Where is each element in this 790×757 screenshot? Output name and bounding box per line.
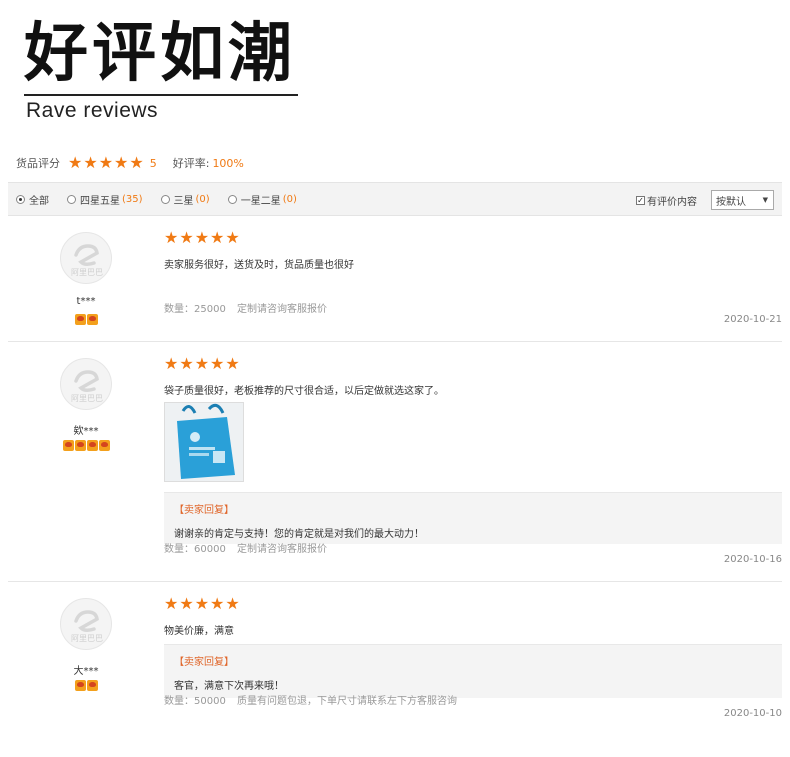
chevron-down-icon: ▼ <box>762 196 768 204</box>
page-title: 好评如潮 <box>24 17 296 91</box>
star-icon: ★ <box>179 228 194 247</box>
order-quantity: 数量：50000 <box>164 696 226 707</box>
star-icon: ★ <box>210 354 225 373</box>
review-text: 卖家服务很好，送货及时，货品质量也很好 <box>164 260 354 271</box>
review-item: 阿里巴巴 欸*** ★ ★ ★ ★ ★ 袋子质量很好，老板推荐的尺寸很合适，以后… <box>8 342 782 582</box>
star-icon: ★ <box>164 228 179 247</box>
review-filter-bar: 全部 四星五星 (35) 三星 (0) 一星二星 (0) ✓ 有评价内容 按默认… <box>8 182 782 216</box>
seller-reply-title: 【卖家回复】 <box>174 657 234 668</box>
review-photo-thumbnail[interactable] <box>164 402 244 482</box>
star-icon: ★ <box>114 153 129 172</box>
goods-rating-label: 货品评分 <box>16 157 60 170</box>
review-stars: ★ ★ ★ ★ ★ <box>164 596 240 612</box>
rating-summary: 货品评分 ★ ★ ★ ★ ★ 5 好评率: 100% <box>16 154 244 172</box>
seller-reply-text: 客官，满意下次再来哦！ <box>174 681 284 692</box>
meta-note: 定制请咨询客服报价 <box>237 304 327 315</box>
seller-reply: 【卖家回复】 谢谢亲的肯定与支持！您的肯定就是对我们的最大动力！ <box>164 492 782 544</box>
medal-icon <box>98 440 110 451</box>
radio-icon[interactable] <box>67 194 76 204</box>
username: 大*** <box>73 666 99 677</box>
filter-count: (0) <box>195 193 210 205</box>
medal-icon <box>74 680 86 691</box>
medal-icon <box>86 314 98 325</box>
buyer-medals <box>48 680 124 691</box>
star-icon: ★ <box>164 594 179 613</box>
meta-note: 质量有问题包退，下单尺寸请联系左下方客服咨询 <box>237 696 457 707</box>
review-text: 物美价廉，满意 <box>164 626 234 637</box>
filter-all[interactable]: 全部 <box>16 192 49 207</box>
review-stars: ★ ★ ★ ★ ★ <box>164 230 240 246</box>
star-icon: ★ <box>194 354 210 373</box>
medal-icon <box>74 314 86 325</box>
buyer-medals <box>48 440 124 451</box>
medal-icon <box>86 440 98 451</box>
star-icon: ★ <box>179 354 194 373</box>
goods-rating-value: 5 <box>149 156 157 170</box>
filter-three-stars[interactable]: 三星 (0) <box>160 192 210 207</box>
star-icon: ★ <box>225 228 240 247</box>
star-icon: ★ <box>164 354 179 373</box>
summary-stars: ★ ★ ★ ★ ★ <box>68 155 144 171</box>
star-icon: ★ <box>210 594 225 613</box>
avatar-logo-text: 阿里巴巴 <box>71 634 103 643</box>
review-item: 阿里巴巴 大*** ★ ★ ★ ★ ★ 物美价廉，满意 【卖家回复】 客官，满意… <box>8 582 782 722</box>
star-icon: ★ <box>210 228 225 247</box>
order-quantity: 数量：60000 <box>164 544 226 555</box>
username: t*** <box>76 296 96 307</box>
has-content-checkbox[interactable]: ✓ 有评价内容 <box>636 193 697 208</box>
star-icon: ★ <box>225 594 240 613</box>
star-icon: ★ <box>83 153 98 172</box>
title-underline <box>24 94 298 96</box>
medal-icon <box>86 680 98 691</box>
review-meta: 数量：60000 定制请咨询客服报价 <box>164 540 327 555</box>
buyer-medals <box>48 314 124 325</box>
meta-note: 定制请咨询客服报价 <box>237 544 327 555</box>
radio-icon[interactable] <box>160 194 170 204</box>
medal-icon <box>74 440 86 451</box>
review-date: 2020-10-21 <box>723 314 782 325</box>
filter-count: (0) <box>282 193 297 205</box>
star-icon: ★ <box>194 594 210 613</box>
username: 欸*** <box>73 426 99 437</box>
avatar-logo-text: 阿里巴巴 <box>71 268 103 277</box>
checkbox-icon[interactable]: ✓ <box>636 196 645 205</box>
filter-four-five-stars[interactable]: 四星五星 (35) <box>67 192 143 207</box>
star-icon: ★ <box>225 354 240 373</box>
review-date: 2020-10-10 <box>723 708 782 719</box>
review-stars: ★ ★ ★ ★ ★ <box>164 356 240 372</box>
seller-reply-text: 谢谢亲的肯定与支持！您的肯定就是对我们的最大动力！ <box>174 529 424 540</box>
review-text: 袋子质量很好，老板推荐的尺寸很合适，以后定做就选这家了。 <box>164 386 444 397</box>
radio-icon[interactable] <box>227 194 237 204</box>
avatar-logo-text: 阿里巴巴 <box>71 394 103 403</box>
good-rate-label: 好评率: <box>172 157 210 170</box>
page-subtitle: Rave reviews <box>26 99 159 122</box>
seller-reply: 【卖家回复】 客官，满意下次再来哦！ <box>164 644 782 698</box>
review-item: 阿里巴巴 t*** ★ ★ ★ ★ ★ 卖家服务很好，送货及时，货品质量也很好 … <box>8 216 782 342</box>
review-date: 2020-10-16 <box>723 554 782 565</box>
filter-count: (35) <box>122 193 143 205</box>
star-icon: ★ <box>194 228 210 247</box>
star-icon: ★ <box>98 153 114 172</box>
seller-reply-title: 【卖家回复】 <box>174 505 234 516</box>
good-rate-value: 100% <box>212 156 244 170</box>
avatar: 阿里巴巴 <box>60 598 112 650</box>
avatar: 阿里巴巴 <box>60 358 112 410</box>
avatar: 阿里巴巴 <box>60 232 112 284</box>
radio-icon[interactable] <box>16 194 25 204</box>
review-meta: 数量：50000 质量有问题包退，下单尺寸请联系左下方客服咨询 <box>164 692 457 707</box>
order-quantity: 数量：25000 <box>164 304 226 315</box>
sort-select[interactable]: 按默认 ▼ <box>711 190 774 210</box>
star-icon: ★ <box>179 594 194 613</box>
star-icon: ★ <box>68 153 83 172</box>
filter-one-two-stars[interactable]: 一星二星 (0) <box>227 192 297 207</box>
star-icon: ★ <box>129 153 144 172</box>
review-meta: 数量：25000 定制请咨询客服报价 <box>164 300 327 315</box>
medal-icon <box>62 440 74 451</box>
